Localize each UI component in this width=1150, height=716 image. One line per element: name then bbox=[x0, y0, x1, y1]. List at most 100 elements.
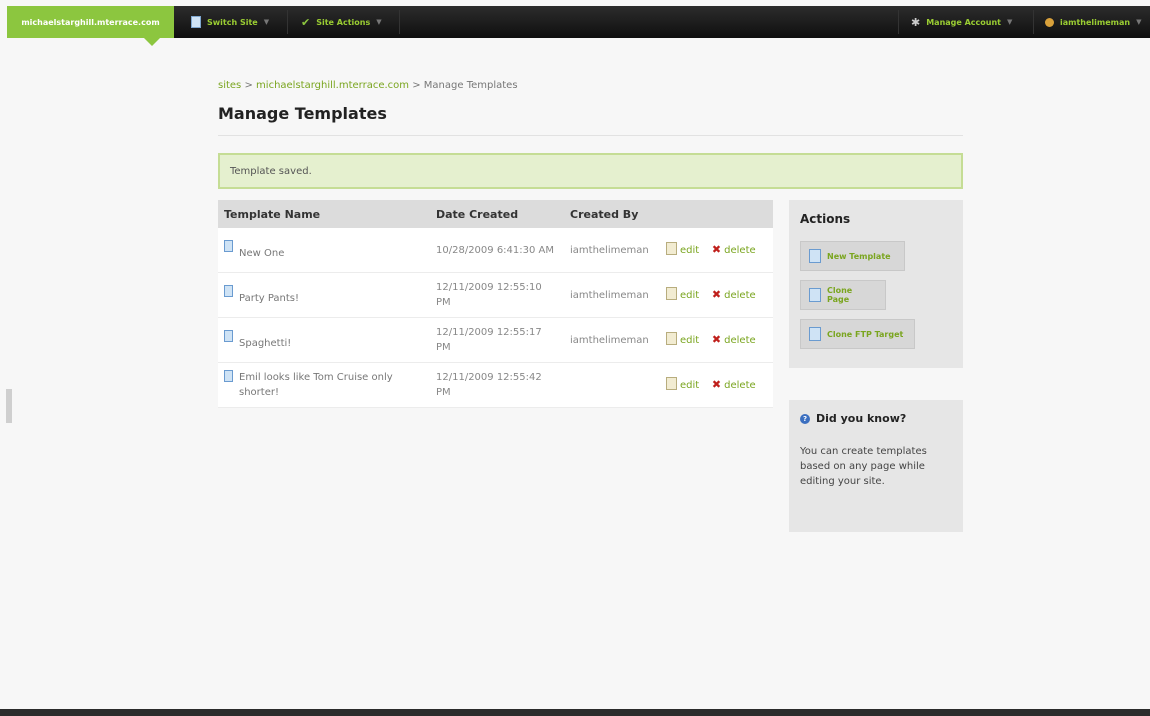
edit-icon bbox=[666, 377, 677, 390]
edit-icon bbox=[666, 332, 677, 345]
current-site-label: michaelstarghill.mterrace.com bbox=[21, 17, 160, 27]
delete-link[interactable]: ✖ delete bbox=[712, 243, 756, 256]
tip-body: You can create templates based on any pa… bbox=[800, 446, 927, 487]
gear-icon: ✱ bbox=[911, 15, 921, 29]
template-name: Party Pants! bbox=[239, 292, 300, 304]
actions-panel: Actions New Template Clone Page Clone FT… bbox=[789, 200, 963, 368]
row-actions: edit ✖ delete bbox=[660, 317, 773, 363]
edit-label: edit bbox=[680, 245, 700, 256]
actions-title: Actions bbox=[800, 212, 851, 226]
switch-site-menu[interactable]: Switch Site ▼ bbox=[191, 6, 269, 38]
edit-label: edit bbox=[680, 335, 700, 346]
did-you-know-panel: ? Did you know? You can create templates… bbox=[789, 400, 963, 532]
column-header-created-by: Created By bbox=[564, 200, 660, 228]
template-name: Spaghetti! bbox=[239, 337, 292, 349]
check-icon: ✔ bbox=[301, 15, 311, 29]
template-name: Emil looks like Tom Cruise only shorter! bbox=[239, 372, 393, 398]
date-created: 10/28/2009 6:41:30 AM bbox=[430, 228, 564, 273]
site-actions-label: Site Actions bbox=[316, 17, 371, 27]
delete-link[interactable]: ✖ delete bbox=[711, 333, 756, 346]
breadcrumb: sites > michaelstarghill.mterrace.com > … bbox=[218, 80, 518, 91]
edit-link[interactable]: edit bbox=[666, 377, 700, 391]
chevron-down-icon: ▼ bbox=[263, 18, 270, 26]
created-by: iamthelimeman bbox=[564, 272, 660, 318]
new-template-icon bbox=[809, 249, 821, 263]
file-icon bbox=[224, 284, 233, 297]
new-template-button[interactable]: New Template bbox=[800, 241, 905, 271]
info-icon: ? bbox=[800, 413, 810, 424]
clone-ftp-icon bbox=[809, 327, 821, 341]
file-icon bbox=[224, 329, 233, 342]
manage-account-menu[interactable]: ✱ Manage Account ▼ bbox=[911, 6, 1012, 38]
created-by: iamthelimeman bbox=[564, 317, 660, 363]
new-template-label: New Template bbox=[827, 251, 891, 261]
sidebar-resize-handle[interactable] bbox=[6, 389, 12, 423]
templates-table: Template Name Date Created Created By Ne… bbox=[218, 200, 773, 408]
delete-link[interactable]: ✖ delete bbox=[711, 288, 756, 301]
edit-icon bbox=[666, 242, 677, 255]
template-name-cell: Emil looks like Tom Cruise only shorter! bbox=[218, 362, 430, 408]
current-site-tab[interactable]: michaelstarghill.mterrace.com bbox=[7, 6, 174, 38]
nav-divider bbox=[898, 10, 899, 34]
table-row: Spaghetti! 12/11/2009 12:55:17 PM iamthe… bbox=[218, 317, 773, 363]
table-row: Emil looks like Tom Cruise only shorter!… bbox=[218, 362, 773, 408]
breadcrumb-site-link[interactable]: michaelstarghill.mterrace.com bbox=[256, 80, 409, 91]
nav-divider bbox=[287, 10, 288, 34]
delete-label: delete bbox=[724, 335, 756, 346]
delete-label: delete bbox=[724, 380, 756, 391]
template-name-cell: New One bbox=[218, 228, 430, 273]
file-icon bbox=[224, 239, 233, 252]
clone-page-button[interactable]: Clone Page bbox=[800, 280, 886, 310]
edit-label: edit bbox=[680, 380, 700, 391]
delete-link[interactable]: ✖ delete bbox=[712, 378, 756, 391]
breadcrumb-sites-link[interactable]: sites bbox=[218, 80, 241, 91]
manage-account-label: Manage Account bbox=[926, 17, 1001, 27]
table-header-row: Template Name Date Created Created By bbox=[218, 200, 773, 228]
edit-link[interactable]: edit bbox=[666, 332, 700, 346]
delete-label: delete bbox=[724, 245, 756, 256]
table-row: Party Pants! 12/11/2009 12:55:10 PM iamt… bbox=[218, 272, 773, 318]
breadcrumb-separator: > bbox=[244, 80, 253, 91]
edit-link[interactable]: edit bbox=[666, 287, 700, 301]
clone-page-label: Clone Page bbox=[826, 286, 853, 304]
created-by bbox=[564, 362, 660, 408]
nav-divider bbox=[399, 10, 400, 34]
page-title: Manage Templates bbox=[218, 104, 387, 123]
edit-link[interactable]: edit bbox=[666, 242, 700, 256]
row-actions: edit ✖ delete bbox=[660, 228, 773, 273]
template-name: New One bbox=[239, 247, 285, 259]
column-header-name: Template Name bbox=[218, 200, 430, 228]
breadcrumb-separator: > bbox=[412, 80, 421, 91]
row-actions: edit ✖ delete bbox=[660, 272, 773, 318]
table-row: New One 10/28/2009 6:41:30 AM iamthelime… bbox=[218, 228, 773, 273]
user-avatar-icon bbox=[1045, 17, 1054, 27]
date-created: 12/11/2009 12:55:10 PM bbox=[430, 272, 564, 318]
templates-table-container: Template Name Date Created Created By Ne… bbox=[218, 200, 773, 408]
tip-title: ? Did you know? bbox=[800, 412, 906, 425]
user-menu[interactable]: iamthelimeman ▼ bbox=[1045, 6, 1142, 38]
column-header-date: Date Created bbox=[430, 200, 564, 228]
delete-icon: ✖ bbox=[711, 288, 722, 301]
chevron-down-icon: ▼ bbox=[1136, 18, 1142, 26]
edit-icon bbox=[666, 287, 677, 300]
clone-ftp-label: Clone FTP Target bbox=[827, 329, 904, 339]
top-nav-bar: michaelstarghill.mterrace.com Switch Sit… bbox=[7, 6, 1150, 46]
site-actions-menu[interactable]: ✔ Site Actions ▼ bbox=[301, 6, 382, 38]
clone-ftp-target-button[interactable]: Clone FTP Target bbox=[800, 319, 915, 349]
edit-label: edit bbox=[680, 290, 700, 301]
tip-title-text: Did you know? bbox=[816, 412, 907, 425]
delete-icon: ✖ bbox=[711, 333, 722, 346]
chevron-down-icon: ▼ bbox=[376, 18, 382, 26]
site-tab-pointer bbox=[144, 38, 160, 46]
footer-bar bbox=[0, 709, 1150, 716]
switch-site-label: Switch Site bbox=[207, 17, 258, 27]
template-name-cell: Spaghetti! bbox=[218, 317, 430, 363]
user-name: iamthelimeman bbox=[1060, 17, 1131, 27]
success-message-text: Template saved. bbox=[230, 165, 312, 177]
file-icon bbox=[224, 370, 233, 382]
chevron-down-icon: ▼ bbox=[1007, 18, 1013, 26]
delete-label: delete bbox=[724, 290, 756, 301]
created-by: iamthelimeman bbox=[564, 228, 660, 273]
column-header-actions bbox=[660, 200, 773, 228]
breadcrumb-current: Manage Templates bbox=[423, 80, 518, 91]
